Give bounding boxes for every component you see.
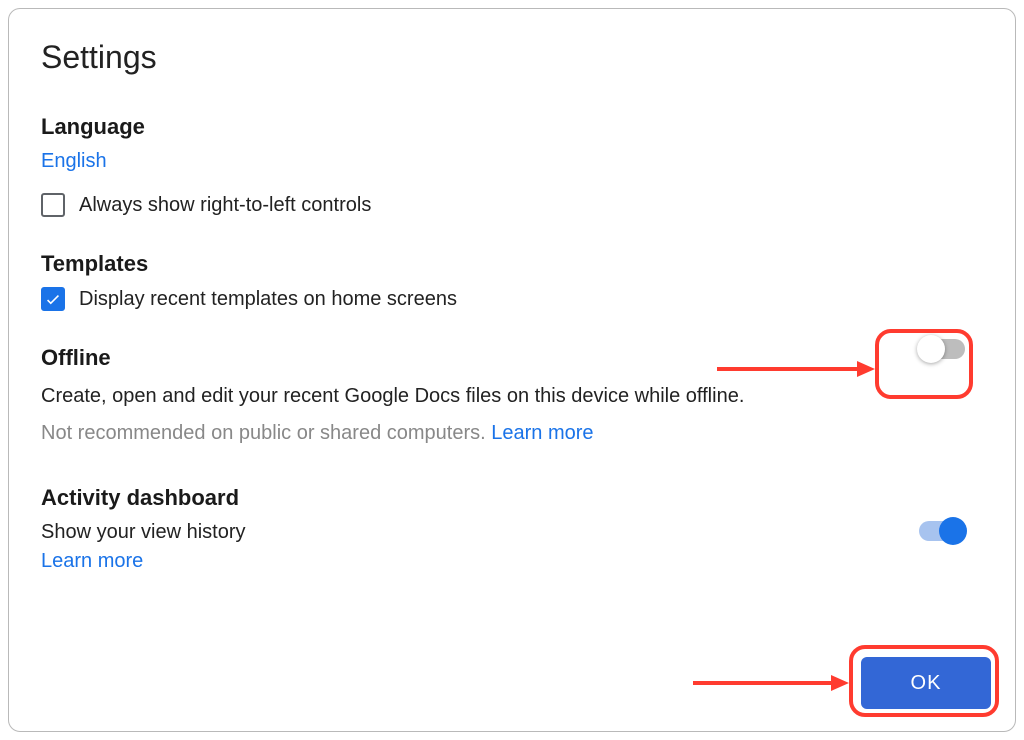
language-value-link[interactable]: English: [41, 150, 107, 173]
activity-toggle[interactable]: [919, 521, 965, 541]
annotation-arrow-icon: [693, 673, 849, 693]
templates-header: Templates: [41, 251, 983, 277]
templates-section: Templates Display recent templates on ho…: [41, 251, 983, 311]
offline-toggle[interactable]: [919, 339, 965, 359]
offline-description: Create, open and edit your recent Google…: [41, 385, 983, 408]
activity-learn-more-link[interactable]: Learn more: [41, 550, 143, 573]
offline-learn-more-link[interactable]: Learn more: [491, 422, 593, 445]
rtl-checkbox[interactable]: [41, 193, 65, 217]
offline-section: Offline Create, open and edit your recen…: [41, 345, 983, 445]
activity-section: Activity dashboard Show your view histor…: [41, 485, 983, 573]
offline-header: Offline: [41, 345, 983, 371]
rtl-checkbox-label: Always show right-to-left controls: [79, 194, 371, 217]
activity-header: Activity dashboard: [41, 485, 983, 511]
language-header: Language: [41, 114, 983, 140]
display-recent-label: Display recent templates on home screens: [79, 288, 457, 311]
offline-warning: Not recommended on public or shared comp…: [41, 422, 491, 444]
ok-button[interactable]: OK: [861, 657, 991, 709]
toggle-thumb-icon: [917, 335, 945, 363]
language-section: Language English Always show right-to-le…: [41, 114, 983, 217]
display-recent-checkbox[interactable]: [41, 287, 65, 311]
activity-description: Show your view history: [41, 521, 983, 544]
check-icon: [44, 290, 62, 308]
settings-dialog: Settings Language English Always show ri…: [8, 8, 1016, 732]
dialog-title: Settings: [41, 39, 983, 76]
toggle-thumb-icon: [939, 517, 967, 545]
